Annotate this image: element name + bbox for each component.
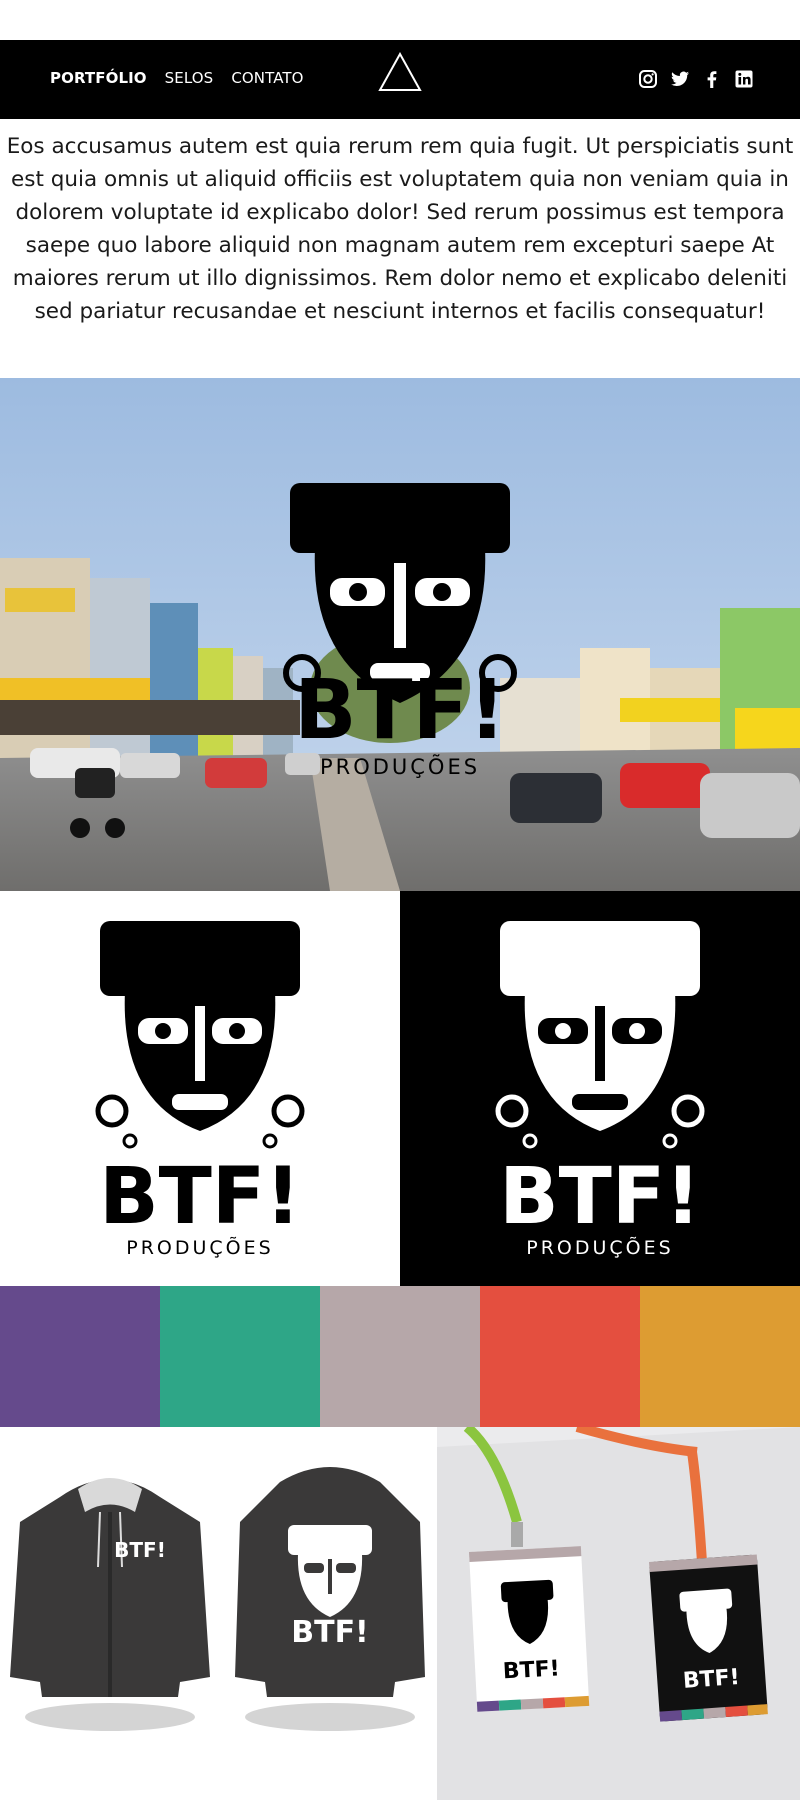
- badge-mockups: BTF! BTF!: [437, 1427, 800, 1800]
- logo-variations: BTF! PRODUÇÕES BTF! PRODUÇÕES: [0, 891, 800, 1286]
- social-links: [638, 69, 754, 89]
- badge-white: BTF!: [469, 1546, 590, 1712]
- light-brand-name: BTF!: [99, 1152, 301, 1242]
- light-brand-subtitle: PRODUÇÕES: [126, 1236, 273, 1259]
- street-scene-image: BTF! PRODUÇÕES: [0, 378, 800, 891]
- linkedin-icon[interactable]: [734, 69, 754, 89]
- triangle-logo-icon[interactable]: [378, 52, 422, 92]
- dark-brand-name: BTF!: [499, 1152, 701, 1242]
- main-nav: PORTFÓLIO SELOS CONTATO: [50, 69, 304, 87]
- mask-logo-black: BTF! PRODUÇÕES: [95, 921, 305, 1259]
- hoodie-back-brand: BTF!: [291, 1615, 369, 1650]
- instagram-icon[interactable]: [638, 69, 658, 89]
- dark-brand-subtitle: PRODUÇÕES: [526, 1236, 673, 1259]
- top-spacer: [0, 0, 800, 40]
- nav-link-selos[interactable]: SELOS: [165, 69, 214, 87]
- swatch-green: [160, 1286, 320, 1427]
- hero-brand-name: BTF!: [294, 663, 506, 758]
- hero-brand-subtitle: PRODUÇÕES: [320, 753, 480, 779]
- swatch-purple: [0, 1286, 160, 1427]
- badge-black-brand: BTF!: [682, 1665, 740, 1694]
- hoodie-front: BTF!: [10, 1478, 210, 1697]
- swatch-orange: [640, 1286, 800, 1427]
- logo-panel-dark: BTF! PRODUÇÕES: [400, 891, 800, 1286]
- mask-logo-white: BTF! PRODUÇÕES: [495, 921, 705, 1259]
- color-palette: [0, 1286, 800, 1427]
- hoodies-image: BTF! BTF!: [10, 1467, 425, 1731]
- logo-panel-light: BTF! PRODUÇÕES: [0, 891, 400, 1286]
- nav-link-portfolio[interactable]: PORTFÓLIO: [50, 69, 147, 87]
- swatch-red: [480, 1286, 640, 1427]
- hoodie-front-brand: BTF!: [114, 1538, 166, 1562]
- merch-mockups: BTF! BTF! BTF! BTF!: [0, 1427, 800, 1800]
- swatch-gray: [320, 1286, 480, 1427]
- badge-white-brand: BTF!: [502, 1656, 560, 1684]
- facebook-icon[interactable]: [702, 69, 722, 89]
- badges-image: BTF! BTF!: [437, 1427, 800, 1800]
- navbar: PORTFÓLIO SELOS CONTATO: [0, 40, 800, 119]
- hoodie-back: BTF!: [235, 1467, 425, 1697]
- nav-link-contato[interactable]: CONTATO: [231, 69, 303, 87]
- hero-street-photo: BTF! PRODUÇÕES: [0, 378, 800, 891]
- hoodie-mockups: BTF! BTF!: [0, 1427, 437, 1800]
- twitter-icon[interactable]: [670, 69, 690, 89]
- badge-black: BTF!: [649, 1554, 768, 1722]
- intro-paragraph: Eos accusamus autem est quia rerum rem q…: [6, 134, 794, 324]
